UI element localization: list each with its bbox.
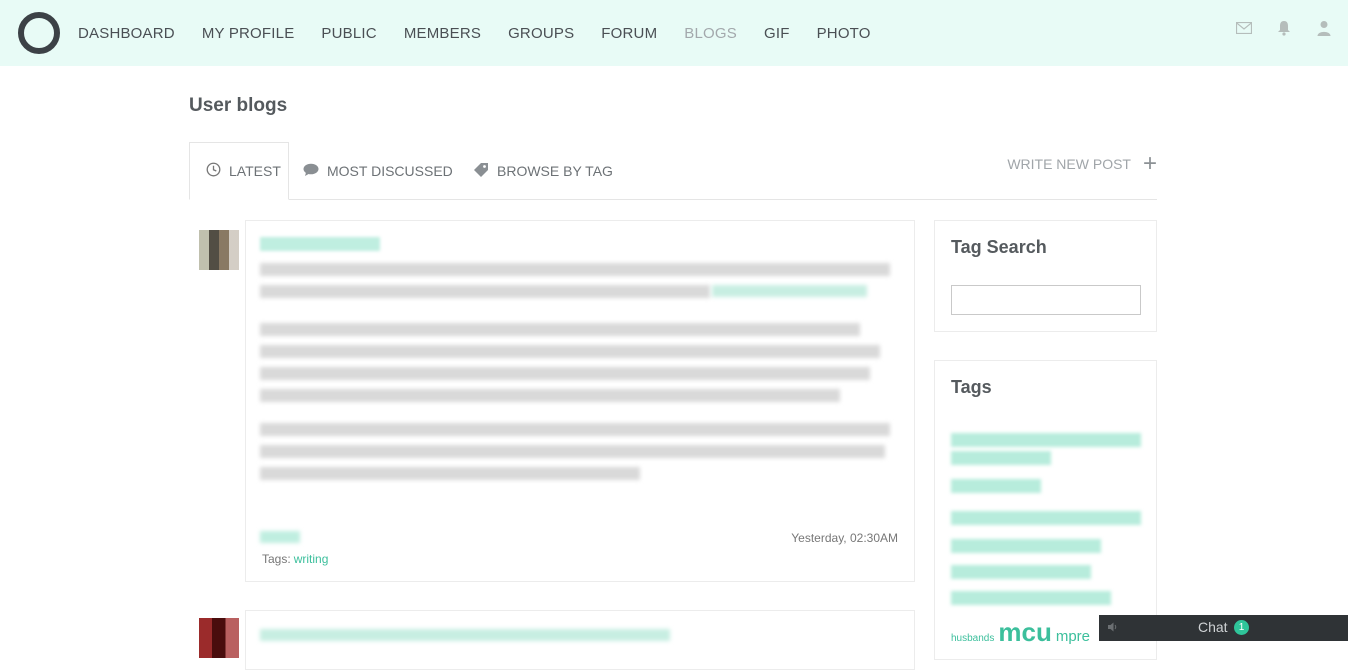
- tab-latest-label: LATEST: [229, 163, 281, 179]
- post-text-line: [260, 345, 880, 358]
- logo-icon[interactable]: [18, 12, 60, 54]
- nav-members[interactable]: MEMBERS: [404, 25, 481, 42]
- mail-icon[interactable]: [1236, 20, 1252, 36]
- post-tags: Tags: writing: [262, 552, 328, 566]
- post-text-line: [260, 423, 890, 436]
- tag-cloud-item[interactable]: mcu: [998, 617, 1051, 648]
- post-text-line: [260, 445, 885, 458]
- nav-gif[interactable]: GIF: [764, 25, 790, 42]
- tag-cloud-item[interactable]: [951, 433, 1141, 447]
- chat-label[interactable]: Chat: [1198, 619, 1228, 635]
- post-author-link[interactable]: [260, 237, 380, 251]
- avatar[interactable]: [199, 618, 239, 658]
- tag-search-title: Tag Search: [951, 237, 1047, 257]
- tab-latest[interactable]: LATEST: [189, 142, 289, 200]
- post-text-line: [260, 389, 840, 402]
- tab-browse-by-tag[interactable]: BROWSE BY TAG: [473, 142, 613, 200]
- tag-cloud-item[interactable]: husbands: [951, 633, 994, 644]
- avatar[interactable]: [199, 230, 239, 270]
- post-text-line: [260, 367, 870, 380]
- nav-forum[interactable]: FORUM: [601, 25, 657, 42]
- nav-my-profile[interactable]: MY PROFILE: [202, 25, 295, 42]
- post-text-line: [260, 285, 710, 298]
- nav-public[interactable]: PUBLIC: [321, 25, 376, 42]
- tag-cloud-item[interactable]: [951, 591, 1111, 605]
- post-text-line: [260, 263, 890, 276]
- nav-dashboard[interactable]: DASHBOARD: [78, 25, 175, 42]
- write-new-post-label: WRITE NEW POST: [1007, 156, 1131, 172]
- top-icons: [1236, 20, 1332, 36]
- plus-icon: +: [1142, 150, 1157, 177]
- tab-browse-by-tag-label: BROWSE BY TAG: [497, 163, 613, 179]
- chat-count-badge: 1: [1234, 620, 1249, 635]
- tag-cloud-row: husbands mcu mpre: [951, 617, 1090, 648]
- tag-cloud-item[interactable]: [951, 451, 1051, 465]
- tag-search-widget: Tag Search: [934, 220, 1157, 332]
- nav-photo[interactable]: PHOTO: [817, 25, 871, 42]
- top-navigation-bar: DASHBOARD MY PROFILE PUBLIC MEMBERS GROU…: [0, 0, 1348, 66]
- comment-icon: [303, 163, 319, 180]
- post-meta-link[interactable]: [260, 531, 300, 543]
- nav-groups[interactable]: GROUPS: [508, 25, 574, 42]
- tag-cloud-item[interactable]: [951, 565, 1091, 579]
- tag-search-input[interactable]: [951, 285, 1141, 315]
- post-date: Yesterday, 02:30AM: [791, 531, 898, 545]
- tag-cloud-item[interactable]: [951, 479, 1041, 493]
- tags-title: Tags: [951, 377, 992, 397]
- post-inline-link[interactable]: [712, 285, 867, 297]
- tag-cloud-item[interactable]: [951, 511, 1141, 525]
- blog-tabs: LATEST MOST DISCUSSED BROWSE BY TAG WRIT…: [189, 142, 1157, 200]
- post-tags-label: Tags:: [262, 552, 291, 566]
- blog-post-card: Yesterday, 02:30AM Tags: writing: [245, 220, 915, 582]
- post-tag-link[interactable]: writing: [294, 552, 329, 566]
- post-text-line: [260, 323, 860, 336]
- post-author-link[interactable]: [260, 629, 670, 641]
- tag-icon: [473, 162, 489, 181]
- speaker-icon[interactable]: [1107, 621, 1119, 636]
- post-text-line: [260, 467, 640, 480]
- write-new-post-button[interactable]: WRITE NEW POST +: [1007, 152, 1157, 176]
- nav-blogs[interactable]: BLOGS: [684, 25, 737, 42]
- chat-bar[interactable]: Chat 1: [1099, 615, 1348, 641]
- main-nav: DASHBOARD MY PROFILE PUBLIC MEMBERS GROU…: [78, 0, 898, 66]
- blog-post-card: [245, 610, 915, 670]
- bell-icon[interactable]: [1276, 20, 1292, 36]
- tab-most-discussed-label: MOST DISCUSSED: [327, 163, 453, 179]
- tag-cloud-item[interactable]: mpre: [1056, 628, 1090, 645]
- user-icon[interactable]: [1316, 20, 1332, 36]
- tab-most-discussed[interactable]: MOST DISCUSSED: [303, 142, 453, 200]
- page-title: User blogs: [189, 95, 288, 116]
- tag-cloud-item[interactable]: [951, 539, 1101, 553]
- clock-icon: [206, 162, 221, 180]
